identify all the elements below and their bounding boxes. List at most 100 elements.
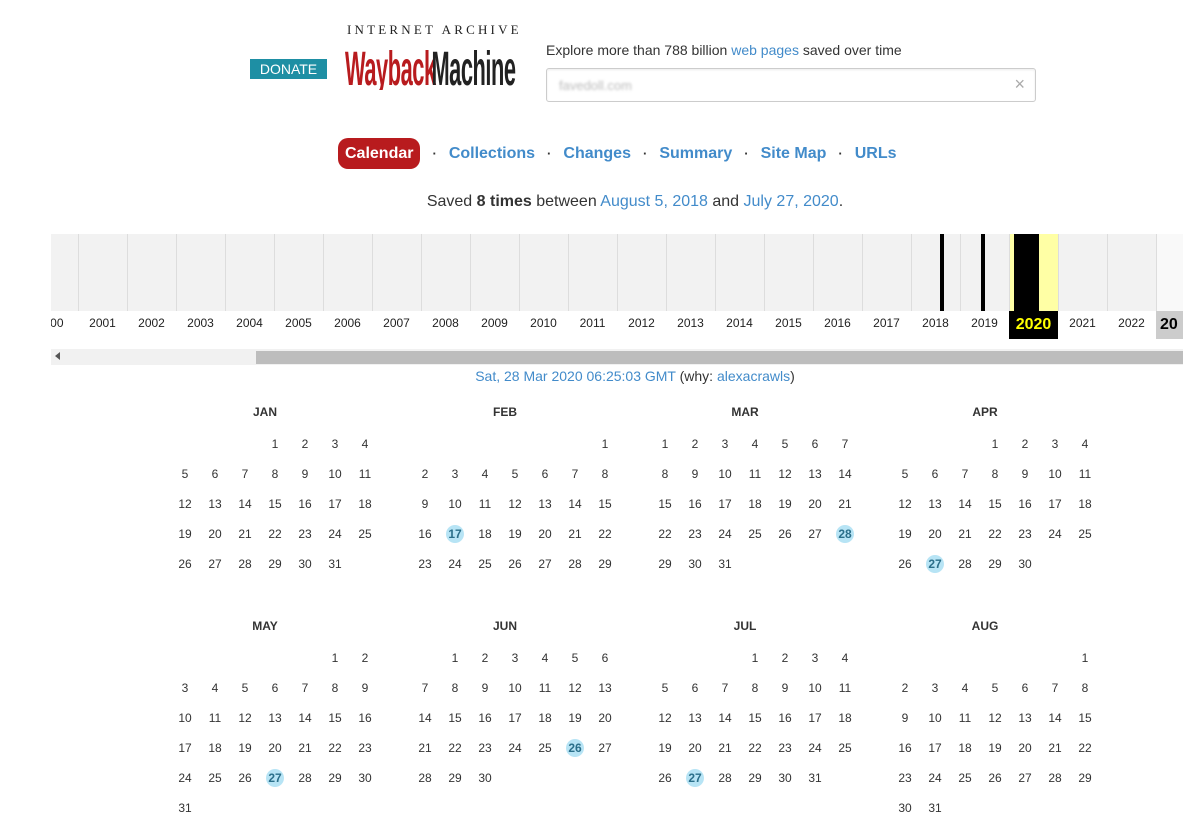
calendar-day: 5 (991, 681, 999, 695)
calendar-day: 16 (418, 527, 432, 541)
year-column[interactable] (1058, 234, 1059, 311)
year-column[interactable] (78, 234, 79, 311)
calendar-day: 14 (238, 497, 252, 511)
year-label-2001[interactable]: 2001 (78, 311, 127, 339)
tab-site-map[interactable]: Site Map (761, 145, 827, 163)
year-column[interactable] (813, 234, 814, 311)
year-label-2012[interactable]: 2012 (617, 311, 666, 339)
year-column[interactable] (764, 234, 765, 311)
capture-histogram[interactable] (51, 234, 1183, 311)
year-column[interactable] (960, 234, 961, 311)
calendar-day: 3 (931, 681, 939, 695)
year-label-2014[interactable]: 2014 (715, 311, 764, 339)
timeline-scrollbar[interactable] (51, 349, 1183, 365)
year-label-2005[interactable]: 2005 (274, 311, 323, 339)
donate-button[interactable]: DONATE (250, 59, 327, 79)
tab-summary[interactable]: Summary (659, 145, 732, 163)
year-column[interactable] (519, 234, 520, 311)
year-column[interactable] (127, 234, 128, 311)
capture-day[interactable]: 28 (830, 525, 860, 543)
calendar-day: 30 (1018, 557, 1032, 571)
calendar-day: 4 (841, 651, 849, 665)
year-label-2015[interactable]: 2015 (764, 311, 813, 339)
clear-icon[interactable]: × (1014, 74, 1025, 95)
url-search-input[interactable] (559, 76, 999, 94)
year-label-2020[interactable]: 2020 (1009, 311, 1058, 339)
capture-bar-2018[interactable] (940, 234, 944, 311)
year-column[interactable] (1156, 234, 1157, 311)
url-search-box[interactable]: × (546, 68, 1036, 102)
calendar-day: 17 (1048, 497, 1062, 511)
calendar-day: 5 (781, 437, 789, 451)
year-label-2019[interactable]: 2019 (960, 311, 1009, 339)
year-label-2013[interactable]: 2013 (666, 311, 715, 339)
calendar-day: 27 (598, 741, 612, 755)
web-pages-link[interactable]: web pages (731, 42, 799, 58)
year-column[interactable] (372, 234, 373, 311)
year-column[interactable] (617, 234, 618, 311)
tab-urls[interactable]: URLs (855, 145, 897, 163)
capture-summary: Saved 8 times between August 5, 2018 and… (426, 193, 844, 210)
year-column[interactable] (715, 234, 716, 311)
calendar-day: 3 (811, 651, 819, 665)
year-label-2004[interactable]: 2004 (225, 311, 274, 339)
year-label-2021[interactable]: 2021 (1058, 311, 1107, 339)
tab-changes[interactable]: Changes (563, 145, 631, 163)
year-column[interactable] (862, 234, 863, 311)
year-label-000[interactable]: 000 (51, 311, 78, 339)
capture-day[interactable]: 27 (680, 769, 710, 787)
year-column[interactable] (323, 234, 324, 311)
scroll-left-icon[interactable] (55, 352, 60, 360)
year-label-2003[interactable]: 2003 (176, 311, 225, 339)
year-column[interactable] (176, 234, 177, 311)
capture-day[interactable]: 27 (260, 769, 290, 787)
calendar-day: 31 (178, 801, 192, 815)
year-label-2006[interactable]: 2006 (323, 311, 372, 339)
month-title: JAN (252, 405, 277, 419)
year-label-2008[interactable]: 2008 (421, 311, 470, 339)
calendar-day: 16 (898, 741, 912, 755)
year-label-2017[interactable]: 2017 (862, 311, 911, 339)
year-label-2010[interactable]: 2010 (519, 311, 568, 339)
year-column[interactable] (274, 234, 275, 311)
year-label-2002[interactable]: 2002 (127, 311, 176, 339)
why-link[interactable]: alexacrawls (717, 368, 790, 384)
year-column[interactable] (1107, 234, 1108, 311)
calendar-day: 7 (721, 681, 729, 695)
year-column[interactable] (470, 234, 471, 311)
wayback-logo[interactable]: INTERNET ARCHIVE Wayback Machine (345, 22, 530, 90)
calendar-day: 7 (841, 437, 849, 451)
calendar-day: 29 (658, 557, 672, 571)
year-column[interactable] (225, 234, 226, 311)
year-label-2016[interactable]: 2016 (813, 311, 862, 339)
year-label-2011[interactable]: 2011 (568, 311, 617, 339)
tab-calendar[interactable]: Calendar (338, 138, 421, 169)
year-column[interactable] (421, 234, 422, 311)
calendar-day: 10 (1048, 467, 1062, 481)
capture-day[interactable]: 27 (920, 555, 950, 573)
calendar-day: 30 (898, 801, 912, 815)
month-title: FEB (493, 405, 517, 419)
last-capture-link[interactable]: July 27, 2020 (744, 193, 839, 210)
first-capture-link[interactable]: August 5, 2018 (600, 193, 708, 210)
calendar-day: 8 (751, 681, 759, 695)
capture-bar-2019[interactable] (981, 234, 985, 311)
calendar-day: 24 (1048, 527, 1062, 541)
year-label-2022[interactable]: 2022 (1107, 311, 1156, 339)
year-column[interactable] (911, 234, 912, 311)
year-label-2007[interactable]: 2007 (372, 311, 421, 339)
year-column[interactable] (568, 234, 569, 311)
tab-collections[interactable]: Collections (449, 145, 535, 163)
year-label-2023[interactable]: 20 (1156, 311, 1183, 339)
year-label-2018[interactable]: 2018 (911, 311, 960, 339)
year-column[interactable] (1009, 234, 1010, 311)
nav-separator: · (838, 146, 843, 161)
capture-day[interactable]: 17 (440, 525, 470, 543)
year-column[interactable] (666, 234, 667, 311)
calendar-day: 17 (718, 497, 732, 511)
capture-timestamp-link[interactable]: Sat, 28 Mar 2020 06:25:03 GMT (475, 368, 676, 384)
scroll-thumb[interactable] (256, 351, 1183, 364)
capture-bar-2020[interactable] (1014, 234, 1039, 311)
capture-day[interactable]: 26 (560, 739, 590, 757)
year-label-2009[interactable]: 2009 (470, 311, 519, 339)
